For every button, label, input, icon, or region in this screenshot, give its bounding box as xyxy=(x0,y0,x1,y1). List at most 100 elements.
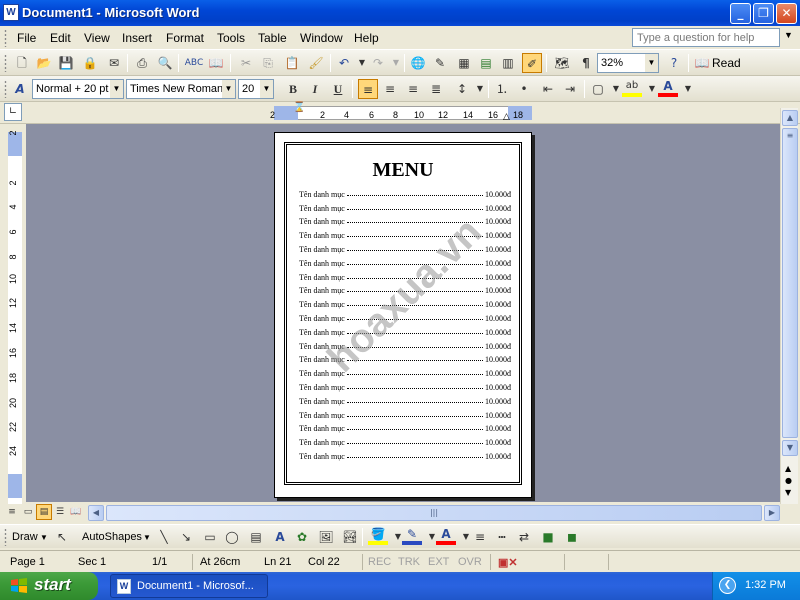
select-objects-icon[interactable]: ↖ xyxy=(52,527,72,547)
bold-button[interactable]: B xyxy=(283,79,303,99)
fill-color-icon[interactable]: 🪣 xyxy=(368,527,388,545)
tables-borders-icon[interactable]: ✎ xyxy=(430,53,450,73)
columns-icon[interactable]: ▥ xyxy=(498,53,518,73)
save-icon[interactable]: 💾 xyxy=(56,53,76,73)
status-ovr[interactable]: OVR xyxy=(458,556,482,568)
tab-selector-icon[interactable]: ∟ xyxy=(4,103,22,121)
font-dropdown-icon[interactable]: ▼ xyxy=(222,80,235,98)
autoshapes-dropdown-icon[interactable]: ▼ xyxy=(143,533,151,542)
undo-icon[interactable]: ↶ xyxy=(334,53,354,73)
vertical-scrollbar[interactable]: ▲ ≡ ▼ ▲ ● ▼ xyxy=(780,108,798,504)
right-indent-marker-icon[interactable]: △ xyxy=(503,112,510,122)
taskbar-word-button[interactable]: W Document1 - Microsof... xyxy=(110,574,268,598)
font-combo[interactable]: Times New Roman ▼ xyxy=(126,79,236,99)
draw-dropdown-icon[interactable]: ▼ xyxy=(40,533,48,542)
reading-layout-icon[interactable]: 📖 xyxy=(68,504,84,520)
align-right-icon[interactable]: ≡ xyxy=(403,79,423,99)
clip-art-icon[interactable]: 🖼 xyxy=(316,527,336,547)
next-page-icon[interactable]: ▼ xyxy=(785,488,791,497)
italic-button[interactable]: I xyxy=(305,79,325,99)
hyperlink-icon[interactable]: 🌐 xyxy=(408,53,428,73)
zoom-combo[interactable]: 32% ▼ xyxy=(597,53,659,73)
menu-insert[interactable]: Insert xyxy=(122,31,152,45)
ask-dropdown-icon[interactable]: ▼ xyxy=(784,30,793,40)
open-icon[interactable]: 📂 xyxy=(34,53,54,73)
select-browse-object-icon[interactable]: ● xyxy=(785,476,792,485)
redo-icon[interactable]: ↷ xyxy=(368,53,388,73)
highlight-icon[interactable]: ab xyxy=(622,79,642,97)
spelling-icon[interactable]: ABC xyxy=(184,53,204,73)
zoom-dropdown-icon[interactable]: ▼ xyxy=(645,54,658,72)
oval-icon[interactable]: ◯ xyxy=(222,527,242,547)
format-painter-icon[interactable]: 🖌 xyxy=(306,53,326,73)
text-box-icon[interactable]: ▤ xyxy=(246,527,266,547)
read-icon[interactable]: 📖 xyxy=(692,53,712,73)
cut-icon[interactable]: ✂ xyxy=(236,53,256,73)
style-combo[interactable]: Normal + 20 pt ▼ xyxy=(32,79,124,99)
toolbar-grip[interactable] xyxy=(4,528,7,546)
align-left-icon[interactable]: ≡ xyxy=(358,79,378,99)
print-icon[interactable]: ⎙ xyxy=(132,53,152,73)
draw-menu-button[interactable]: Draw xyxy=(12,531,38,543)
dash-style-icon[interactable]: ┅ xyxy=(492,527,512,547)
line-style-icon[interactable]: ≡ xyxy=(470,527,490,547)
show-hide-icon[interactable]: ¶ xyxy=(576,53,596,73)
styles-formatting-icon[interactable]: A xyxy=(10,79,30,99)
numbering-icon[interactable]: ⒈ xyxy=(492,79,512,99)
start-button[interactable]: start xyxy=(0,572,98,600)
print-layout-icon[interactable]: ▤ xyxy=(36,504,52,520)
copy-icon[interactable]: ⎘ xyxy=(258,53,278,73)
rectangle-icon[interactable]: ▭ xyxy=(200,527,220,547)
drawing-icon[interactable]: ✐ xyxy=(522,53,542,73)
line-spacing-dropdown-icon[interactable]: ▼ xyxy=(470,79,490,99)
close-button[interactable]: ✕ xyxy=(776,3,797,24)
shadow-style-icon[interactable]: ■ xyxy=(538,527,558,547)
arrow-icon[interactable]: ↘ xyxy=(176,527,196,547)
font-size-dropdown-icon[interactable]: ▼ xyxy=(260,80,273,98)
document-map-icon[interactable]: 🗺 xyxy=(552,53,572,73)
read-button-label[interactable]: Read xyxy=(712,56,741,70)
font-color-dropdown-icon[interactable]: ▼ xyxy=(678,79,698,99)
document-page[interactable]: MENU Tên danh mục 10.000đ Tên danh mục 10.0… xyxy=(274,132,532,498)
scroll-right-icon[interactable]: ▶ xyxy=(764,505,780,521)
menu-help[interactable]: Help xyxy=(354,31,379,45)
bullets-icon[interactable]: • xyxy=(514,79,534,99)
previous-page-icon[interactable]: ▲ xyxy=(785,464,791,473)
justify-icon[interactable]: ≣ xyxy=(426,79,446,99)
align-center-icon[interactable]: ≡ xyxy=(380,79,400,99)
insert-table-icon[interactable]: ▦ xyxy=(454,53,474,73)
spelling-status-icon[interactable]: ▣✕ xyxy=(498,556,518,569)
line-icon[interactable]: ╲ xyxy=(154,527,174,547)
word-app-icon[interactable]: W xyxy=(3,4,19,21)
help-icon[interactable]: ? xyxy=(664,53,684,73)
menu-file[interactable]: File xyxy=(17,31,36,45)
scroll-up-icon[interactable]: ▲ xyxy=(782,110,798,126)
3d-style-icon[interactable]: ◼ xyxy=(562,527,582,547)
menu-edit[interactable]: Edit xyxy=(50,31,71,45)
show-hidden-icons-icon[interactable]: ❮ xyxy=(719,577,736,594)
status-rec[interactable]: REC xyxy=(368,556,391,568)
web-layout-icon[interactable]: ▭ xyxy=(20,504,36,520)
scroll-left-icon[interactable]: ◀ xyxy=(88,505,104,521)
research-icon[interactable]: 📖 xyxy=(206,53,226,73)
toolbar-grip[interactable] xyxy=(4,80,7,98)
restore-button[interactable]: ❐ xyxy=(753,3,774,24)
toolbar-grip[interactable] xyxy=(4,54,7,72)
paste-icon[interactable]: 📋 xyxy=(282,53,302,73)
autoshapes-menu-button[interactable]: AutoShapes xyxy=(82,531,142,543)
indent-marker-icon[interactable]: ⌛ xyxy=(293,103,305,113)
menu-window[interactable]: Window xyxy=(300,31,343,45)
ask-question-input[interactable]: Type a question for help xyxy=(632,28,780,47)
increase-indent-icon[interactable]: ⇥ xyxy=(560,79,580,99)
menubar-grip[interactable] xyxy=(4,29,7,47)
scroll-thumb[interactable]: ≡ xyxy=(782,128,798,438)
menu-table[interactable]: Table xyxy=(258,31,287,45)
underline-button[interactable]: U xyxy=(328,79,348,99)
permission-icon[interactable]: 🔒 xyxy=(80,53,100,73)
line-color-icon[interactable]: ✎ xyxy=(402,527,422,545)
document-area[interactable]: MENU Tên danh mục 10.000đ Tên danh mục 10.0… xyxy=(26,124,780,502)
font-color-icon[interactable]: A xyxy=(658,79,678,97)
picture-icon[interactable]: 🏞 xyxy=(340,527,360,547)
print-preview-icon[interactable]: 🔍 xyxy=(155,53,175,73)
minimize-button[interactable]: _ xyxy=(730,3,751,24)
